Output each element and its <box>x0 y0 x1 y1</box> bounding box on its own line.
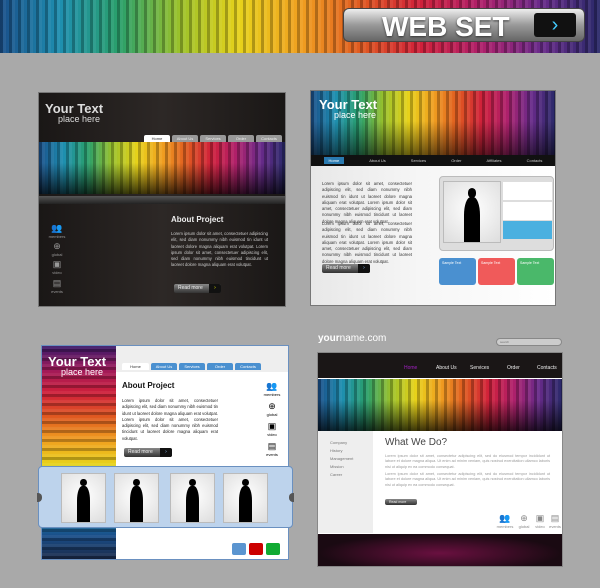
members-icon[interactable]: 👥 members <box>495 513 515 529</box>
template-light: Your Text place here Home About Us Servic… <box>310 90 556 306</box>
thumbnail[interactable] <box>170 473 215 523</box>
body-text: Lorem ipsum dolor sit amet, consectetuer… <box>322 181 412 224</box>
rainbow-header <box>318 379 562 431</box>
heading: About Project <box>171 215 224 224</box>
tab-home[interactable]: Home <box>144 135 170 142</box>
web-set-button[interactable]: WEB SET › <box>343 8 585 42</box>
template-dark: Your Text place here Home About Us Servic… <box>38 92 286 307</box>
tab-contacts[interactable]: Contacts <box>256 135 282 142</box>
tab-services[interactable]: Services <box>179 363 205 370</box>
template-wide: Home About Us Services Order Contacts Co… <box>317 352 563 567</box>
body-text: Lorem ipsum dolor sit amet, consectetuer… <box>122 398 218 441</box>
body-text-2: Lorem ipsum dolor sit amet, consectetur … <box>385 472 550 487</box>
nav-order[interactable]: Order <box>507 365 520 371</box>
nav-about[interactable]: About Us <box>369 158 385 163</box>
tab-contacts[interactable]: Contacts <box>235 363 261 370</box>
heading: About Project <box>122 381 175 390</box>
highlighted-text-block <box>503 221 552 239</box>
nav-home[interactable]: Home <box>404 365 417 371</box>
side-menu: Company History Management Mission Caree… <box>318 431 373 533</box>
swatch-red[interactable] <box>249 543 263 555</box>
video-icon[interactable]: ▣ video <box>47 259 67 275</box>
search-input[interactable] <box>496 338 562 346</box>
tab-order[interactable]: Order <box>228 135 254 142</box>
nav-contacts[interactable]: Contacts <box>537 365 557 371</box>
divider-bar <box>39 196 285 204</box>
members-icon[interactable]: 👥 members <box>47 223 67 239</box>
thumbnail[interactable] <box>61 473 106 523</box>
nav-bar: Home About Us Services Order Affiliates … <box>311 155 555 166</box>
thumbnail[interactable] <box>223 473 268 523</box>
body-text: Lorem ipsum dolor sit amet, consectetur … <box>385 454 550 469</box>
side-mission[interactable]: Mission <box>330 463 373 471</box>
global-icon[interactable]: ⊕ global <box>262 401 282 417</box>
side-management[interactable]: Management <box>330 455 373 463</box>
slider-prev-icon[interactable] <box>37 493 42 502</box>
card-red[interactable]: Sample Text <box>478 258 515 285</box>
thumbnail[interactable] <box>114 473 159 523</box>
body-text-2: Lorem ipsum dolor sit amet, consectetuer… <box>322 221 412 264</box>
nav-order[interactable]: Order <box>451 158 461 163</box>
read-more-button[interactable]: Read more › <box>124 448 172 457</box>
tab-about[interactable]: About Us <box>172 135 198 142</box>
swatch-green[interactable] <box>266 543 280 555</box>
global-icon[interactable]: ⊕ global <box>47 241 67 257</box>
nav-services[interactable]: Services <box>470 365 489 371</box>
arrow-icon: › <box>209 284 221 293</box>
heading: What We Do? <box>385 437 448 448</box>
nav-home[interactable]: Home <box>323 157 345 164</box>
side-company[interactable]: Company <box>330 439 373 447</box>
guitarist-image <box>443 181 501 243</box>
image-slider[interactable] <box>37 466 294 528</box>
tab-home[interactable]: Home <box>122 363 149 370</box>
chevron-right-icon: › <box>534 13 576 37</box>
body-text: Lorem ipsum dolor sit amet, consectetuer… <box>171 231 268 268</box>
card-green[interactable]: Sample Text <box>517 258 554 285</box>
tab-about[interactable]: About Us <box>151 363 177 370</box>
text-block <box>503 182 552 200</box>
rainbow-header <box>39 142 285 194</box>
video-icon[interactable]: ▣ video <box>262 421 282 437</box>
gallery-box <box>439 176 554 251</box>
footer <box>318 534 562 566</box>
tab-order[interactable]: Order <box>207 363 233 370</box>
read-more-button[interactable]: Read more › <box>322 264 370 273</box>
read-more-button[interactable]: Read more <box>385 499 417 505</box>
banner-title: WEB SET <box>382 11 510 42</box>
logo: Your Text place here <box>319 97 378 120</box>
logo: Your Text place here <box>45 101 104 124</box>
nav-about[interactable]: About Us <box>436 365 457 371</box>
nav-services[interactable]: Services <box>411 158 426 163</box>
events-icon[interactable]: ▤ events <box>47 278 67 294</box>
side-history[interactable]: History <box>330 447 373 455</box>
domain-logo: yourname.com <box>318 333 387 344</box>
members-icon[interactable]: 👥 members <box>262 381 282 397</box>
swatch-blue[interactable] <box>232 543 246 555</box>
read-more-button[interactable]: Read more › <box>174 284 221 293</box>
arrow-icon: › <box>358 264 370 273</box>
nav-contacts[interactable]: Contacts <box>527 158 543 163</box>
events-icon[interactable]: ▤ events <box>545 513 565 529</box>
card-blue[interactable]: Sample Text <box>439 258 476 285</box>
arrow-icon: › <box>160 448 172 457</box>
side-career[interactable]: Career <box>330 471 373 479</box>
events-icon[interactable]: ▤ events <box>262 441 282 457</box>
text-block <box>503 202 552 220</box>
nav-affiliates[interactable]: Affiliates <box>486 158 501 163</box>
tab-services[interactable]: Services <box>200 135 226 142</box>
logo: Your Text place here <box>48 354 107 377</box>
slider-next-icon[interactable] <box>289 493 294 502</box>
nav-bar: Home About Us Services Order Contacts <box>318 353 562 378</box>
